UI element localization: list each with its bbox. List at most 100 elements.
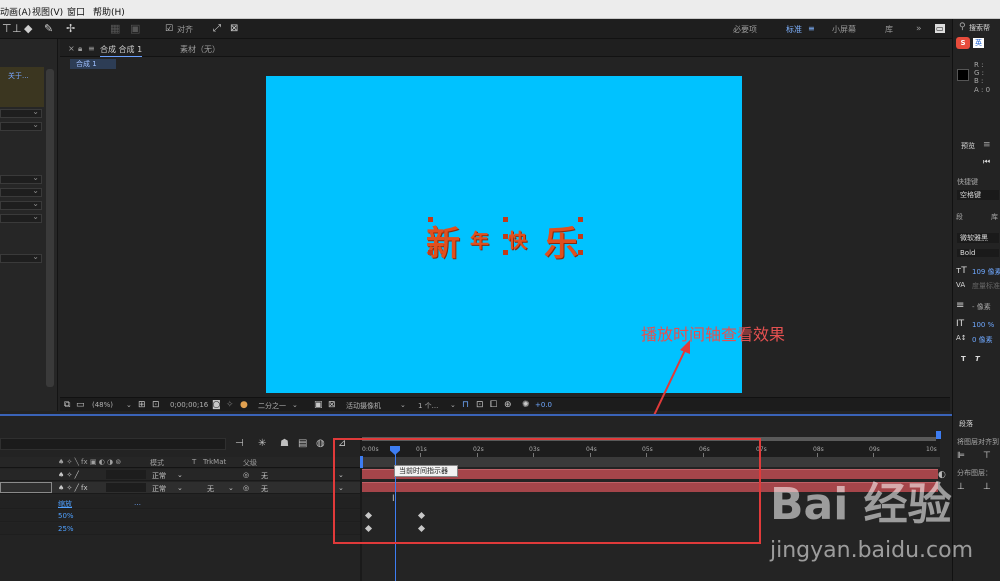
close-tab-icon[interactable]: × <box>68 44 75 53</box>
align-left-icon[interactable]: ⊫ <box>957 451 965 461</box>
first-frame-icon[interactable]: ⏮ <box>983 157 990 167</box>
font-style-dropdown[interactable]: Bold <box>957 249 999 257</box>
safe-area-icon[interactable]: ⊡ <box>152 400 160 410</box>
grid-toggle-icon[interactable]: ⊞ <box>138 400 146 410</box>
resolution-dropdown[interactable]: 二分之一 <box>258 401 286 411</box>
render-icon[interactable]: ⊕ <box>504 400 512 410</box>
brush-tool-icon[interactable]: ⊤ <box>2 22 12 36</box>
font-size-value[interactable]: 109 像素 <box>972 267 1000 277</box>
color-channel-icon[interactable]: ● <box>240 400 248 410</box>
transform-handle[interactable] <box>503 217 508 222</box>
region-icon[interactable]: ▣ <box>314 400 323 410</box>
camera-chevron-icon[interactable]: ⌄ <box>400 401 406 409</box>
fast-preview-icon[interactable]: ⊓ <box>462 400 469 410</box>
layer-name-field[interactable] <box>0 482 52 493</box>
draft-3d-icon[interactable]: ✳ <box>258 438 266 449</box>
layer-row[interactable]: ♠ ✧ ╱ 正常 ⌄ ◎ 无 ⌄ <box>0 469 360 481</box>
panel-toggle-icon[interactable]: ▭ <box>935 24 945 33</box>
faux-italic-icon[interactable]: T <box>975 355 980 363</box>
transform-handle[interactable] <box>428 250 433 255</box>
mode-chevron-icon[interactable]: ⌄ <box>177 471 183 479</box>
composition-breadcrumb[interactable]: 合成 1 <box>70 59 116 69</box>
clone-stamp-icon[interactable]: ⊥ <box>12 22 22 36</box>
workspace-standard[interactable]: 标准 <box>786 24 802 35</box>
timecode-display[interactable]: 0;00;00;16 <box>170 401 208 409</box>
camera-icon[interactable]: ◙ <box>212 400 221 410</box>
layer-row[interactable]: ♠ ✧ ╱ fx 正常 ⌄ 无 ⌄ ◎ 无 ⌄ <box>0 482 360 494</box>
faux-bold-icon[interactable]: T <box>961 355 966 363</box>
property-value[interactable]: 25% <box>58 525 74 533</box>
magnify-icon[interactable]: ⧉ <box>64 400 70 410</box>
preview-menu-icon[interactable]: ≡ <box>983 140 991 150</box>
layer-mode-dropdown[interactable]: 正常 <box>152 484 166 494</box>
menu-help[interactable]: 帮助(H) <box>93 5 125 18</box>
layer-switch-boxes[interactable] <box>106 483 146 492</box>
layer-parent-dropdown[interactable]: 无 <box>261 484 268 494</box>
tracking-value[interactable]: 度量标准 <box>972 281 1000 291</box>
vertical-scale-value[interactable]: 100 % <box>972 321 994 329</box>
ime-mode-label[interactable]: 英 <box>973 38 984 48</box>
zoom-chevron-icon[interactable]: ⌄ <box>126 401 132 409</box>
expand-icon[interactable]: » <box>916 24 922 34</box>
left-dropdown-3[interactable]: ⌄ <box>0 173 42 184</box>
property-row[interactable]: 缩放 … <box>0 497 360 509</box>
transform-handle[interactable] <box>503 234 508 239</box>
views-dropdown[interactable]: 1 个... <box>418 401 438 411</box>
flowchart-icon[interactable]: ⧠ <box>490 400 497 410</box>
layer-switch-boxes[interactable] <box>106 470 146 479</box>
snap-options-icon[interactable]: ⊠ <box>230 22 238 36</box>
property-scale-label[interactable]: 缩放 <box>58 499 72 509</box>
comp-mini-flowchart-icon[interactable]: ⊣ <box>235 438 244 449</box>
left-dropdown-7[interactable]: ⌄ <box>0 252 42 263</box>
motion-blur-icon[interactable]: ◍ <box>316 438 325 449</box>
menu-window[interactable]: 窗口 <box>67 5 85 18</box>
property-row[interactable]: 25% <box>0 523 360 535</box>
mode-chevron-icon[interactable]: ⌄ <box>177 484 183 492</box>
left-scrollbar[interactable] <box>46 69 54 387</box>
menu-icon[interactable]: ≡ <box>88 44 95 53</box>
workspace-essentials[interactable]: 必要项 <box>733 24 757 35</box>
search-help-label[interactable]: 搜索帮 <box>969 23 990 33</box>
layer-mode-dropdown[interactable]: 正常 <box>152 471 166 481</box>
puppet-pin-icon[interactable]: ✢ <box>66 22 75 36</box>
property-value[interactable]: 50% <box>58 512 74 520</box>
align-checkbox[interactable]: ☑ <box>165 22 173 36</box>
baseline-value[interactable]: 0 像素 <box>972 335 993 345</box>
snapshot-icon[interactable]: ✧ <box>226 400 234 410</box>
menu-view[interactable]: 视图(V) <box>32 5 63 18</box>
trkmat-chevron-icon[interactable]: ⌄ <box>228 484 234 492</box>
transparency-icon[interactable]: ⊠ <box>328 400 336 410</box>
transform-handle[interactable] <box>578 234 583 239</box>
parent-pickwhip-icon[interactable]: ◎ <box>243 471 249 479</box>
roto-brush-icon[interactable]: ✎ <box>44 22 53 36</box>
library-tab-label[interactable]: 库 <box>991 212 998 222</box>
eraser-icon[interactable]: ◆ <box>24 22 32 36</box>
exposure-value[interactable]: +0.0 <box>535 401 552 409</box>
transform-handle[interactable] <box>578 217 583 222</box>
left-dropdown-6[interactable]: ⌄ <box>0 212 42 223</box>
left-dropdown-5[interactable]: ⌄ <box>0 199 42 210</box>
about-link[interactable]: 关于... <box>8 71 29 81</box>
search-help-icon[interactable]: ⚲ <box>959 22 966 32</box>
snap-icon[interactable]: ⤢ <box>213 22 221 36</box>
work-area-end-handle[interactable] <box>936 431 941 439</box>
left-dropdown-4[interactable]: ⌄ <box>0 186 42 197</box>
property-row[interactable]: 50% <box>0 510 360 522</box>
parent-pickwhip-icon[interactable]: ◎ <box>243 484 249 492</box>
left-dropdown-1[interactable]: ⌄ <box>0 107 42 118</box>
menu-animation[interactable]: 动画(A) <box>0 5 31 18</box>
zoom-dropdown[interactable]: (48%) <box>92 401 113 409</box>
layer-switches[interactable]: ♠ ✧ ╱ fx <box>58 484 88 492</box>
layer-search-input[interactable] <box>0 438 226 450</box>
workspace-menu-icon[interactable]: ≡ <box>808 24 815 33</box>
work-area-start-handle[interactable] <box>360 456 363 468</box>
lock-icon[interactable]: 🔒︎ <box>78 44 82 54</box>
views-chevron-icon[interactable]: ⌄ <box>450 401 456 409</box>
exposure-icon[interactable]: ✺ <box>522 400 530 410</box>
transform-handle[interactable] <box>428 217 433 222</box>
distribute-center-icon[interactable]: ⊥ <box>983 482 991 492</box>
frame-blending-icon[interactable]: ▤ <box>298 438 307 449</box>
layer-switches[interactable]: ♠ ✧ ╱ <box>58 471 79 479</box>
align-top-icon[interactable]: ⊤ <box>983 451 991 461</box>
property-expand-icon[interactable]: … <box>134 499 141 507</box>
